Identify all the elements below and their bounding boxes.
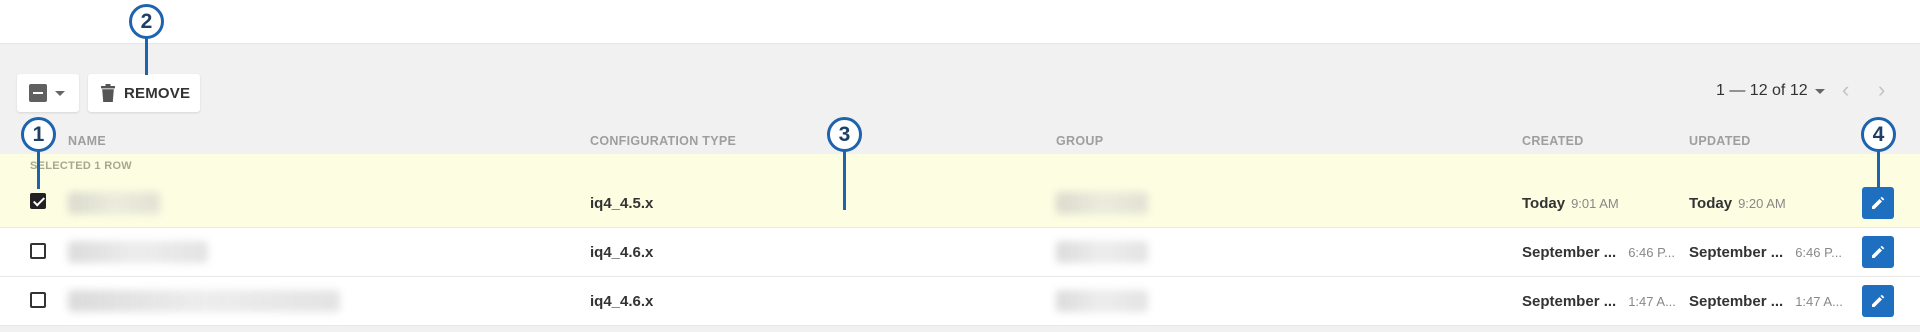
table-row[interactable]: iq4_4.6.x September ... 6:46 P... Septem… bbox=[0, 228, 1920, 277]
column-header-created[interactable]: CREATED bbox=[1522, 134, 1584, 148]
remove-button-label: REMOVE bbox=[124, 84, 191, 102]
updated-cell: Today 9:20 AM bbox=[1689, 195, 1786, 212]
created-cell: Today 9:01 AM bbox=[1522, 195, 1619, 212]
edit-button[interactable] bbox=[1862, 187, 1894, 219]
redacted-name bbox=[68, 241, 208, 263]
column-header-updated[interactable]: UPDATED bbox=[1689, 134, 1751, 148]
pagination-range[interactable]: 1 — 12 of 12 bbox=[1716, 82, 1808, 100]
created-time: 9:01 AM bbox=[1571, 196, 1619, 211]
redacted-group bbox=[1056, 241, 1148, 263]
edit-button[interactable] bbox=[1862, 236, 1894, 268]
created-cell: September ... 6:46 P... bbox=[1522, 244, 1675, 261]
next-page-icon[interactable]: › bbox=[1878, 77, 1885, 103]
row-checkbox[interactable] bbox=[30, 193, 46, 209]
callout-badge: 1 bbox=[21, 117, 56, 152]
column-header-name[interactable]: NAME bbox=[68, 134, 106, 148]
table-header: NAME CONFIGURATION TYPE GROUP CREATED UP… bbox=[0, 122, 1920, 154]
updated-cell: September ... 1:47 A... bbox=[1689, 293, 1843, 310]
row-checkbox[interactable] bbox=[30, 243, 46, 259]
updated-day: Today bbox=[1689, 195, 1733, 212]
created-day: September ... bbox=[1522, 244, 1617, 261]
updated-day: September ... bbox=[1689, 293, 1784, 310]
created-day: September ... bbox=[1522, 293, 1617, 310]
config-type-cell: iq4_4.6.x bbox=[590, 293, 654, 310]
created-day: Today bbox=[1522, 195, 1566, 212]
table-row[interactable]: iq4_4.5.x Today 9:01 AM Today 9:20 AM bbox=[0, 179, 1920, 228]
redacted-group bbox=[1056, 290, 1148, 312]
pagination: 1 — 12 of 12 ‹ › bbox=[1716, 77, 1885, 102]
callout-leader-line bbox=[843, 150, 846, 210]
prev-page-icon[interactable]: ‹ bbox=[1842, 77, 1849, 103]
caret-down-icon[interactable] bbox=[1814, 88, 1825, 94]
updated-time: 1:47 A... bbox=[1795, 294, 1843, 309]
callout-badge: 3 bbox=[827, 117, 862, 152]
pencil-icon bbox=[1872, 294, 1885, 307]
created-time: 1:47 A... bbox=[1628, 294, 1676, 309]
indeterminate-checkbox-icon bbox=[29, 84, 47, 102]
created-time: 6:46 P... bbox=[1628, 245, 1675, 260]
column-header-config-type[interactable]: CONFIGURATION TYPE bbox=[590, 134, 736, 148]
pencil-icon bbox=[1872, 196, 1885, 209]
callout-leader-line bbox=[37, 150, 40, 189]
redacted-name bbox=[68, 290, 340, 312]
row-checkbox[interactable] bbox=[30, 292, 46, 308]
selection-banner: SELECTED 1 ROW bbox=[0, 154, 1920, 179]
redacted-name bbox=[68, 192, 160, 214]
config-type-cell: iq4_4.6.x bbox=[590, 244, 654, 261]
trash-icon bbox=[101, 84, 115, 102]
callout-badge: 4 bbox=[1861, 117, 1896, 152]
callout-leader-line bbox=[145, 37, 148, 75]
column-header-group[interactable]: GROUP bbox=[1056, 134, 1103, 148]
selection-banner-text: SELECTED 1 ROW bbox=[30, 160, 132, 172]
redacted-group bbox=[1056, 192, 1148, 214]
callout-leader-line bbox=[1877, 150, 1880, 188]
created-cell: September ... 1:47 A... bbox=[1522, 293, 1676, 310]
updated-time: 6:46 P... bbox=[1795, 245, 1842, 260]
callout-badge: 2 bbox=[129, 4, 164, 39]
edit-button[interactable] bbox=[1862, 285, 1894, 317]
pencil-icon bbox=[1872, 245, 1885, 258]
updated-day: September ... bbox=[1689, 244, 1784, 261]
updated-time: 9:20 AM bbox=[1738, 196, 1786, 211]
config-type-cell: iq4_4.5.x bbox=[590, 195, 654, 212]
bulk-select-dropdown[interactable] bbox=[17, 74, 79, 112]
remove-button[interactable]: REMOVE bbox=[88, 74, 200, 112]
table-row[interactable]: iq4_4.6.x September ... 1:47 A... Septem… bbox=[0, 277, 1920, 326]
updated-cell: September ... 6:46 P... bbox=[1689, 244, 1842, 261]
caret-down-icon bbox=[55, 90, 65, 96]
